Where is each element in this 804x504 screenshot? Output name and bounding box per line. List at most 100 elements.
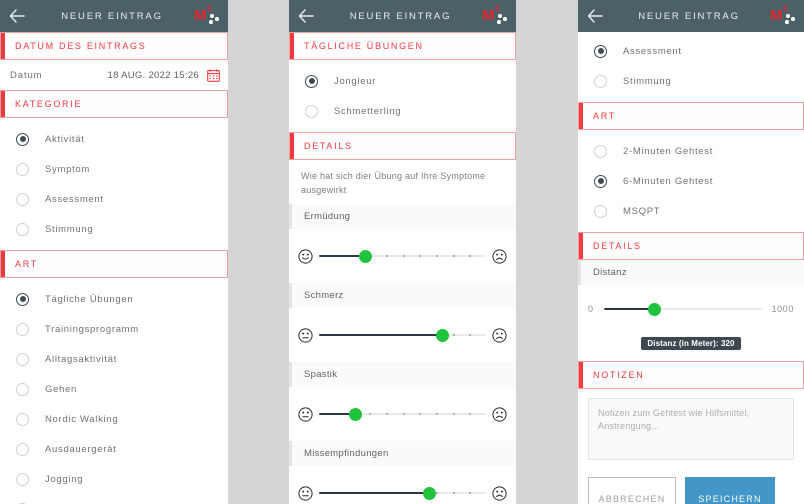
radio-unselected-icon[interactable] bbox=[16, 472, 29, 486]
radio-option-art[interactable]: Trainingsprogramm bbox=[0, 314, 228, 344]
date-row[interactable]: Datum 18 AUG. 2022 15:26 bbox=[0, 60, 228, 90]
distance-tooltip-wrap: Distanz (in Meter): 320 bbox=[578, 333, 804, 361]
radio-unselected-icon[interactable] bbox=[594, 144, 607, 158]
symptom-slider[interactable] bbox=[289, 387, 516, 441]
symptom-slider[interactable] bbox=[289, 308, 516, 362]
date-label: Datum bbox=[10, 69, 43, 81]
radio-group-kategorie: Assessment Stimmung bbox=[578, 36, 804, 102]
frowning-face-icon bbox=[492, 248, 507, 264]
radio-option-art[interactable]: Ausdauergerät bbox=[0, 434, 228, 464]
calendar-icon[interactable] bbox=[207, 68, 220, 82]
radio-option-label: 6-Minuten Gehtest bbox=[623, 175, 714, 187]
radio-option-label: Stimmung bbox=[45, 223, 94, 235]
radio-selected-icon[interactable] bbox=[305, 74, 318, 88]
radio-option-label: Jongleur bbox=[334, 75, 377, 87]
radio-option-label: Trainingsprogramm bbox=[45, 323, 139, 335]
radio-option-kategorie[interactable]: Stimmung bbox=[578, 66, 804, 96]
slider-tick bbox=[452, 255, 455, 257]
radio-option-label: 2-Minuten Gehtest bbox=[623, 145, 714, 157]
radio-unselected-icon[interactable] bbox=[305, 104, 318, 118]
symptom-slider[interactable] bbox=[289, 229, 516, 283]
radio-option-art[interactable]: Alltagsaktivität bbox=[0, 344, 228, 374]
slider-tick bbox=[435, 492, 438, 494]
radio-selected-icon[interactable] bbox=[594, 174, 607, 188]
back-arrow-icon[interactable] bbox=[586, 7, 604, 25]
radio-option-uebung[interactable]: Jongleur bbox=[289, 66, 516, 96]
radio-option-kategorie[interactable]: Assessment bbox=[578, 36, 804, 66]
radio-unselected-icon[interactable] bbox=[16, 162, 29, 176]
radio-unselected-icon[interactable] bbox=[16, 222, 29, 236]
radio-unselected-icon[interactable] bbox=[594, 204, 607, 218]
symptom-slider-track[interactable] bbox=[319, 327, 486, 343]
slider-knob[interactable] bbox=[436, 328, 450, 342]
symptom-slider-track[interactable] bbox=[319, 406, 486, 422]
panel-body: Assessment Stimmung ART 2-Minuten Gehtest… bbox=[578, 32, 804, 504]
section-header-date: DATUM DES EINTRAGS bbox=[0, 32, 228, 60]
distance-slider-track[interactable] bbox=[603, 301, 762, 317]
slider-field-label: Spastik bbox=[289, 362, 516, 387]
slider-fill bbox=[319, 333, 443, 337]
symptom-slider-track[interactable] bbox=[319, 485, 486, 501]
section-header-taegliche-uebungen: TÄGLICHE ÜBUNGEN bbox=[289, 32, 516, 60]
radio-option-art[interactable]: Jogging bbox=[0, 464, 228, 494]
symptom-slider-track[interactable] bbox=[319, 248, 486, 264]
logo-dot bbox=[785, 20, 789, 24]
radio-option-kategorie[interactable]: Symptom bbox=[0, 154, 228, 184]
radio-option-art[interactable]: Sonstige sportliche Aktivitäten bbox=[0, 494, 228, 504]
radio-option-label: Gehen bbox=[45, 383, 78, 395]
logo-dot bbox=[210, 14, 214, 18]
slider-knob[interactable] bbox=[349, 407, 363, 421]
slider-tick bbox=[402, 413, 405, 415]
radio-option-art[interactable]: 2-Minuten Gehtest bbox=[578, 136, 804, 166]
radio-option-kategorie[interactable]: Aktivität bbox=[0, 124, 228, 154]
radio-option-label: Assessment bbox=[623, 45, 682, 57]
action-button-row: ABBRECHEN SPEICHERN bbox=[578, 477, 804, 504]
logo-superscript: S bbox=[207, 6, 212, 13]
radio-unselected-icon[interactable] bbox=[594, 74, 607, 88]
distance-tooltip: Distanz (in Meter): 320 bbox=[641, 337, 741, 350]
radio-option-art[interactable]: MSQPT bbox=[578, 196, 804, 226]
panel-body: DATUM DES EINTRAGS Datum 18 AUG. 2022 15… bbox=[0, 32, 228, 504]
details-question: Wie hat sich dier Übung auf Ihre Symptom… bbox=[301, 171, 486, 195]
radio-unselected-icon[interactable] bbox=[16, 382, 29, 396]
slider-knob[interactable] bbox=[359, 249, 373, 263]
notes-textarea[interactable] bbox=[588, 398, 794, 460]
radio-unselected-icon[interactable] bbox=[16, 192, 29, 206]
radio-selected-icon[interactable] bbox=[594, 44, 607, 58]
save-button[interactable]: SPEICHERN bbox=[685, 477, 775, 504]
neutral-face-icon bbox=[298, 485, 313, 501]
radio-selected-icon[interactable] bbox=[16, 132, 29, 146]
frowning-face-icon bbox=[492, 406, 507, 422]
radio-unselected-icon[interactable] bbox=[16, 352, 29, 366]
notes-wrap bbox=[578, 389, 804, 477]
back-arrow-icon[interactable] bbox=[8, 7, 26, 25]
radio-option-label: Assessment bbox=[45, 193, 104, 205]
radio-unselected-icon[interactable] bbox=[16, 442, 29, 456]
symptom-slider[interactable] bbox=[289, 466, 516, 504]
distance-slider[interactable]: 0 1000 bbox=[578, 285, 804, 333]
radio-option-label: Ausdauergerät bbox=[45, 443, 117, 455]
radio-unselected-icon[interactable] bbox=[16, 412, 29, 426]
radio-option-uebung[interactable]: Schmetterling bbox=[289, 96, 516, 126]
slider-knob[interactable] bbox=[422, 486, 436, 500]
radio-option-kategorie[interactable]: Assessment bbox=[0, 184, 228, 214]
section-header-details: DETAILS bbox=[289, 132, 516, 160]
radio-option-art[interactable]: Tägliche Übungen bbox=[0, 284, 228, 314]
slider-knob[interactable] bbox=[647, 302, 661, 316]
radio-option-art[interactable]: 6-Minuten Gehtest bbox=[578, 166, 804, 196]
section-header-art: ART bbox=[0, 250, 228, 278]
radio-option-art[interactable]: Nordic Walking bbox=[0, 404, 228, 434]
radio-option-art[interactable]: Gehen bbox=[0, 374, 228, 404]
slider-tick bbox=[452, 413, 455, 415]
cancel-button[interactable]: ABBRECHEN bbox=[588, 477, 676, 504]
back-arrow-icon[interactable] bbox=[297, 7, 315, 25]
radio-unselected-icon[interactable] bbox=[16, 322, 29, 336]
radio-option-label: Stimmung bbox=[623, 75, 672, 87]
slider-field-label: Schmerz bbox=[289, 283, 516, 308]
radio-group-art: Tägliche Übungen Trainingsprogramm Alltags… bbox=[0, 278, 228, 504]
radio-option-kategorie[interactable]: Stimmung bbox=[0, 214, 228, 244]
app-bar: NEUER EINTRAG M S bbox=[289, 0, 516, 32]
logo-dot bbox=[791, 17, 795, 21]
logo-dot bbox=[215, 17, 219, 21]
radio-selected-icon[interactable] bbox=[16, 292, 29, 306]
